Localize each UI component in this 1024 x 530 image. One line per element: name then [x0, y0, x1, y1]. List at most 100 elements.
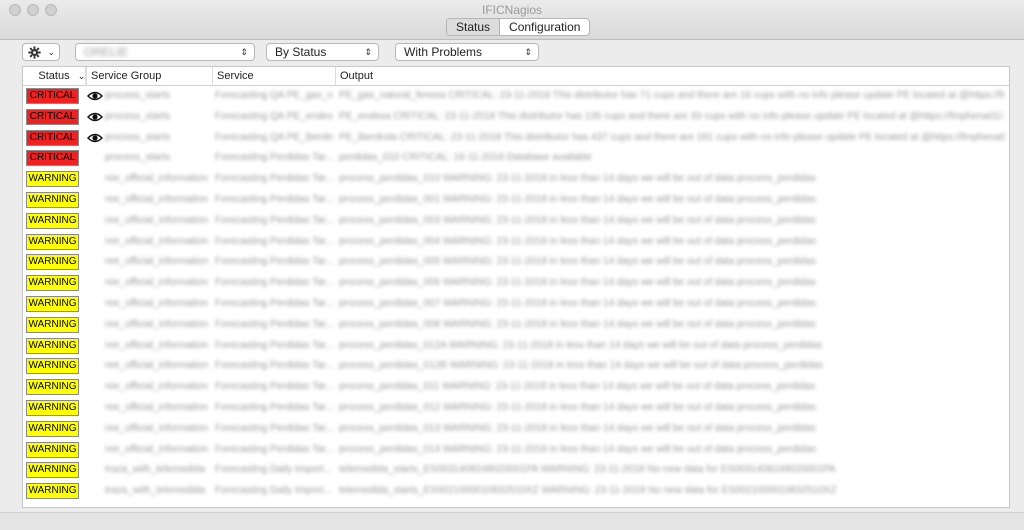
- service-cell: Forecasting Perdidas Tar...: [215, 443, 333, 455]
- eye-icon[interactable]: [87, 89, 103, 103]
- output-cell: process_perdidas_012A WARNING: 23-11-201…: [339, 339, 823, 351]
- status-badge: CRITICAL: [26, 88, 79, 104]
- service-group-cell: ree_official_information: [105, 235, 209, 247]
- updown-chevron-icon: ⇕: [524, 47, 532, 57]
- status-badge: WARNING: [26, 358, 79, 375]
- tab-status[interactable]: Status: [447, 19, 501, 35]
- output-cell: PE_iberdrola CRITICAL: 23-11-2018 This d…: [339, 131, 1005, 143]
- service-group-cell: process_starts: [105, 131, 171, 143]
- table-row[interactable]: WARNING traza_with_telemedida Forecasting …: [23, 460, 1009, 481]
- column-header-service[interactable]: Service: [213, 67, 336, 86]
- service-group-cell: traza_with_telemedida: [105, 464, 206, 476]
- eye-icon[interactable]: [87, 110, 103, 124]
- table-row[interactable]: WARNING ree_official_information Forecasti…: [23, 356, 1009, 377]
- output-cell: process_perdidas_012 WARNING: 23-11-2018…: [339, 401, 816, 413]
- status-badge: WARNING: [26, 483, 79, 500]
- table-row[interactable]: CRITICAL process_starts Forecasting QA PE_…: [23, 86, 1009, 107]
- service-group-select-value: ORELIE: [84, 45, 129, 59]
- status-badge: WARNING: [26, 399, 79, 416]
- filter-mode-select-value: With Problems: [404, 45, 483, 59]
- status-badge: WARNING: [26, 295, 79, 312]
- service-group-cell: ree_official_information: [105, 214, 209, 226]
- status-badge: WARNING: [26, 275, 79, 292]
- service-cell: Forecasting Perdidas Tar...: [215, 381, 333, 393]
- service-group-cell: ree_official_information: [105, 360, 209, 372]
- table-row[interactable]: WARNING ree_official_information Forecasti…: [23, 377, 1009, 398]
- output-cell: process_perdidas_004 WARNING: 23-11-2018…: [339, 235, 816, 247]
- table-header: Status ⌄ Service Group Service Output: [23, 67, 1009, 86]
- service-group-select[interactable]: ORELIE ⇕: [75, 43, 255, 61]
- table-row[interactable]: WARNING ree_official_information Forecasti…: [23, 315, 1009, 336]
- service-group-cell: process_starts: [105, 110, 171, 122]
- service-group-cell: ree_official_information: [105, 339, 209, 351]
- status-badge: CRITICAL: [26, 150, 79, 167]
- status-badge: WARNING: [26, 212, 79, 229]
- service-cell: Forecasting Perdidas Tar...: [215, 235, 333, 247]
- service-cell: Forecasting QA PE_endesa: [215, 110, 333, 122]
- output-cell: process_perdidas_011 WARNING: 23-11-2018…: [339, 381, 816, 393]
- status-badge: CRITICAL: [26, 129, 79, 146]
- output-cell: process_perdidas_008 WARNING: 23-11-2018…: [339, 318, 816, 330]
- table-row[interactable]: WARNING ree_official_information Forecasti…: [23, 211, 1009, 232]
- chevron-down-icon: ⌄: [47, 47, 55, 57]
- table-row[interactable]: WARNING traza_with_telemedida Forecasting …: [23, 481, 1009, 502]
- sort-chevron-icon[interactable]: ⌄: [73, 67, 87, 86]
- service-cell: Forecasting Perdidas Tar...: [215, 256, 333, 268]
- gear-menu-button[interactable]: ⌄: [22, 43, 60, 61]
- tab-configuration[interactable]: Configuration: [500, 19, 589, 35]
- table-row[interactable]: WARNING ree_official_information Forecasti…: [23, 232, 1009, 253]
- updown-chevron-icon: ⇕: [240, 47, 248, 57]
- eye-icon[interactable]: [87, 131, 103, 145]
- service-group-cell: ree_official_information: [105, 256, 209, 268]
- output-cell: process_perdidas_014 WARNING: 23-11-2018…: [339, 443, 816, 455]
- table-row[interactable]: WARNING ree_official_information Forecasti…: [23, 419, 1009, 440]
- service-cell: Forecasting QA PE_iberdrola: [215, 131, 333, 143]
- service-group-cell: process_starts: [105, 90, 171, 101]
- service-cell: Forecasting Perdidas Tar...: [215, 360, 333, 372]
- table-row[interactable]: WARNING ree_official_information Forecasti…: [23, 190, 1009, 211]
- table-row[interactable]: CRITICAL process_starts Forecasting QA PE_…: [23, 128, 1009, 149]
- output-cell: PE_endesa CRITICAL: 23-11-2018 This dist…: [339, 110, 1005, 122]
- table-row[interactable]: CRITICAL process_starts Forecasting Perdid…: [23, 148, 1009, 169]
- table-row[interactable]: WARNING ree_official_information Forecasti…: [23, 398, 1009, 419]
- status-badge: WARNING: [26, 420, 79, 437]
- status-badge: WARNING: [26, 254, 79, 271]
- gear-icon: [28, 46, 41, 59]
- table-row[interactable]: WARNING ree_official_information Forecasti…: [23, 294, 1009, 315]
- table-row[interactable]: WARNING ree_official_information Forecasti…: [23, 252, 1009, 273]
- service-cell: Forecasting Perdidas Tar...: [215, 297, 333, 309]
- output-cell: process_perdidas_001 WARNING: 23-11-2018…: [339, 193, 816, 205]
- status-badge: WARNING: [26, 171, 79, 188]
- title-bar: IFICNagios Status Configuration: [0, 0, 1024, 40]
- view-segmented-control: Status Configuration: [446, 18, 591, 36]
- sort-mode-select[interactable]: By Status ⇕: [266, 43, 379, 61]
- service-group-cell: ree_official_information: [105, 297, 209, 309]
- column-header-service-group[interactable]: Service Group: [87, 67, 213, 86]
- service-cell: Forecasting Perdidas Tar...: [215, 214, 333, 226]
- sort-mode-select-value: By Status: [275, 45, 327, 59]
- status-badge: CRITICAL: [26, 108, 79, 125]
- filter-mode-select[interactable]: With Problems ⇕: [395, 43, 539, 61]
- table-row[interactable]: WARNING ree_official_information Forecasti…: [23, 273, 1009, 294]
- output-cell: process_perdidas_007 WARNING: 23-11-2018…: [339, 297, 816, 309]
- output-cell: process_perdidas_012B WARNING: 23-11-201…: [339, 360, 823, 372]
- table-row[interactable]: WARNING ree_official_information Forecasti…: [23, 169, 1009, 190]
- service-group-cell: ree_official_information: [105, 173, 209, 185]
- table-row[interactable]: WARNING ree_official_information Forecasti…: [23, 440, 1009, 461]
- output-cell: telemedida_starts_ES0021000010832510XZ W…: [339, 485, 837, 497]
- service-cell: Forecasting Perdidas Tar...: [215, 401, 333, 413]
- status-badge: WARNING: [26, 337, 79, 354]
- status-badge: WARNING: [26, 441, 79, 458]
- status-badge: WARNING: [26, 191, 79, 208]
- service-cell: Forecasting Daily Import...: [215, 464, 332, 476]
- table-row[interactable]: WARNING ree_official_information Forecasti…: [23, 336, 1009, 357]
- service-cell: Forecasting QA PE_gas_natural: [215, 90, 333, 101]
- output-cell: perdidas_010 CRITICAL: 16-11-2018 Databa…: [339, 152, 592, 164]
- output-cell: process_perdidas_013 WARNING: 23-11-2018…: [339, 422, 816, 434]
- service-group-cell: ree_official_information: [105, 318, 209, 330]
- service-cell: Forecasting Perdidas Tar...: [215, 152, 333, 164]
- bottom-bar: [0, 512, 1024, 530]
- table-row[interactable]: CRITICAL process_starts Forecasting QA PE_…: [23, 107, 1009, 128]
- service-group-cell: traza_with_telemedida: [105, 485, 206, 497]
- column-header-output[interactable]: Output: [336, 67, 1009, 86]
